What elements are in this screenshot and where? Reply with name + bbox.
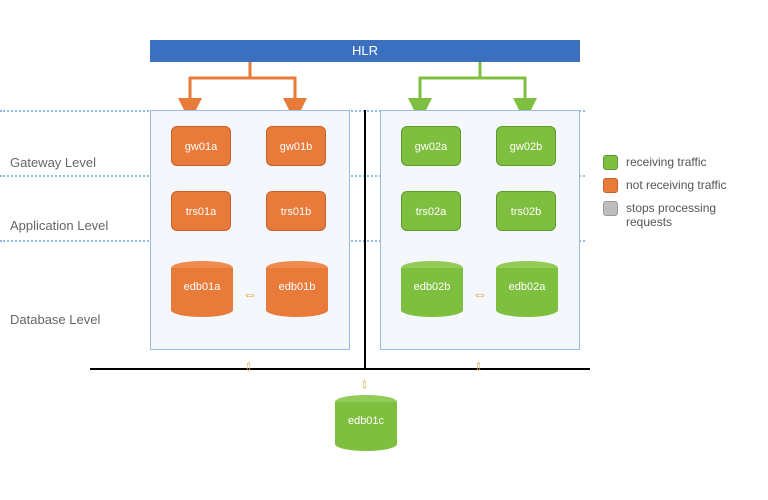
legend-swatch-green [603,155,618,170]
hlr-label: HLR [150,40,580,62]
legend-swatch-gray [603,201,618,216]
sync-arrow-left: ⇔ [235,286,265,303]
row-label-database: Database Level [10,312,130,327]
node-trs02a: trs02a [401,191,461,231]
row-label-application: Application Level [10,218,130,233]
node-gw01a: gw01a [171,126,231,166]
cluster-right: gw02a gw02b trs02a trs02b edb02b edb02a … [380,110,580,350]
legend-green: receiving traffic [603,155,748,170]
diagram-canvas: HLR Gateway Level Application Level Data… [0,0,768,500]
legend-gray-label: stops processing requests [626,201,748,229]
node-gw01b: gw01b [266,126,326,166]
node-trs01b: trs01b [266,191,326,231]
legend-orange-label: not receiving traffic [626,178,727,192]
node-trs02b: trs02b [496,191,556,231]
row-label-gateway: Gateway Level [10,155,130,170]
node-trs01a: trs01a [171,191,231,231]
legend-gray: stops processing requests [603,201,748,229]
legend-green-label: receiving traffic [626,155,706,169]
rail-horizontal [90,368,590,370]
legend-orange: not receiving traffic [603,178,748,193]
rail-link-right-icon: ⇔ [471,359,488,374]
sync-arrow-right: ⇔ [465,286,495,303]
node-gw02b: gw02b [496,126,556,166]
cluster-left: gw01a gw01b trs01a trs01b edb01a edb01b … [150,110,350,350]
rail-link-witness-icon: ⇔ [357,377,374,392]
legend: receiving traffic not receiving traffic … [603,155,748,237]
rail-link-left-icon: ⇔ [241,359,258,374]
legend-swatch-orange [603,178,618,193]
node-gw02a: gw02a [401,126,461,166]
rail-vertical [364,110,366,370]
